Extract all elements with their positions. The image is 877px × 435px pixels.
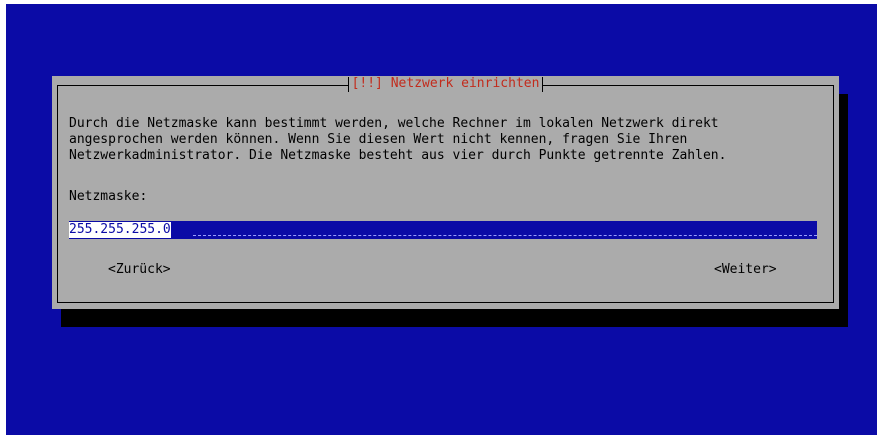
dialog-title-bar: [!!] Netzwerk einrichten <box>52 76 839 94</box>
text-cursor <box>183 222 191 238</box>
netmask-input[interactable]: 255.255.255.0 <box>69 221 817 239</box>
dialog-description: Durch die Netzmaske kann bestimmt werden… <box>69 116 727 163</box>
netmask-label: Netzmaske: <box>69 189 148 204</box>
netmask-input-value: 255.255.255.0 <box>69 222 171 238</box>
continue-button[interactable]: <Weiter> <box>714 262 777 278</box>
dialog-title: [!!] Netzwerk einrichten <box>347 76 544 92</box>
installer-screen: [!!] Netzwerk einrichten Durch die Netzm… <box>6 4 877 435</box>
netmask-dialog: [!!] Netzwerk einrichten Durch die Netzm… <box>52 76 839 309</box>
back-button[interactable]: <Zurück> <box>108 262 171 278</box>
input-fill-line <box>193 234 817 236</box>
